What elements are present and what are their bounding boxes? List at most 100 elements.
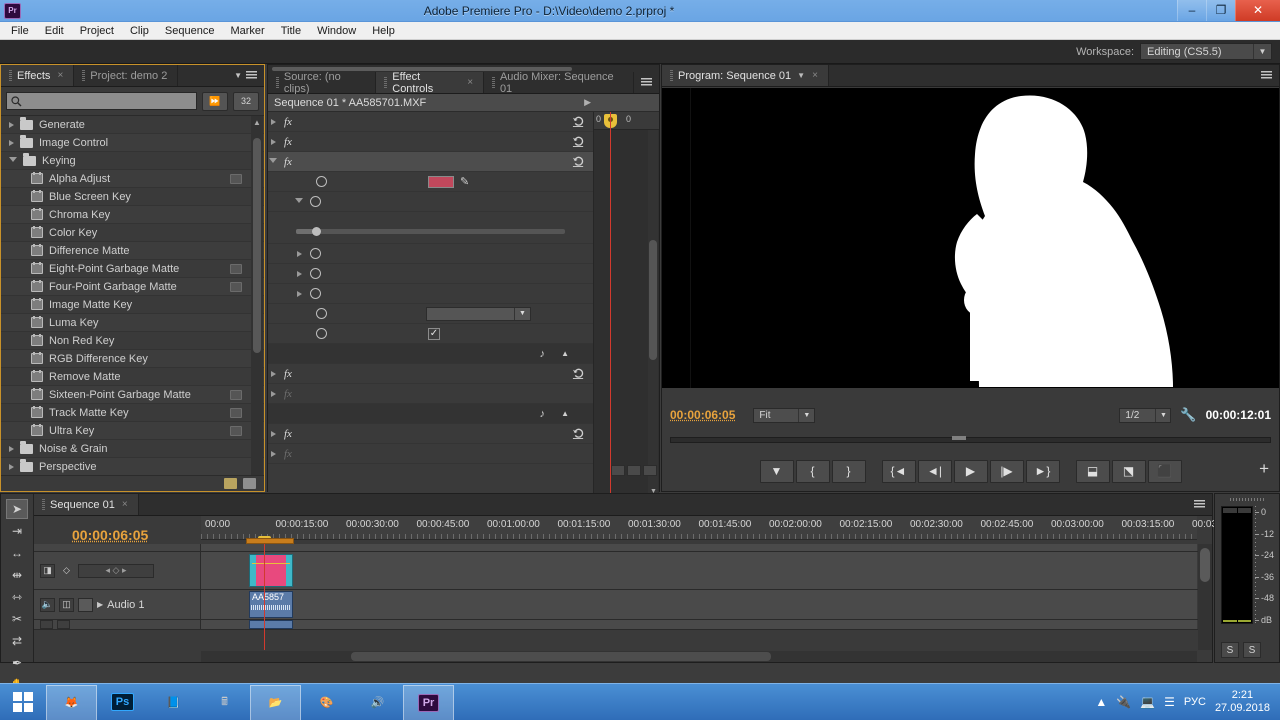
tab-effects[interactable]: Effects ×	[1, 65, 74, 86]
track-header-partial[interactable]	[34, 544, 201, 551]
program-monitor-video[interactable]	[662, 88, 1279, 388]
bit-depth-button[interactable]: 32	[233, 92, 259, 111]
search-input[interactable]	[6, 92, 197, 110]
chevron-down-icon[interactable]: ▼	[797, 71, 805, 80]
audio-effect-row-panner[interactable]: fx	[268, 384, 593, 404]
effects-panel-menu[interactable]: ▼	[227, 65, 264, 86]
track-body-video-1[interactable]	[201, 552, 1197, 589]
reset-icon[interactable]	[572, 155, 585, 168]
effect-controls-vscrollbar[interactable]: ▼	[648, 130, 658, 496]
menu-item-project[interactable]: Project	[72, 24, 122, 38]
mark-out-button[interactable]: }	[832, 460, 866, 483]
chevron-right-icon[interactable]: ▶	[584, 97, 591, 108]
paint-taskbar-icon[interactable]: 🎨	[301, 685, 352, 720]
audio-effect-row-volume[interactable]: fx	[268, 364, 593, 384]
workspace-select[interactable]: Editing (CS5.5) ▼	[1140, 43, 1272, 60]
scroll-up-icon[interactable]: ▲	[253, 118, 261, 127]
photoshop-taskbar-icon[interactable]: Ps	[97, 685, 148, 720]
effects-item[interactable]: Ultra Key	[1, 422, 264, 440]
lift-button[interactable]: ⬓	[1076, 460, 1110, 483]
effect-controls-panel-menu[interactable]	[634, 72, 659, 93]
language-indicator[interactable]: РУС	[1184, 696, 1206, 708]
effects-folder[interactable]: Generate	[1, 116, 264, 134]
scroll-left-button[interactable]	[611, 465, 625, 476]
notepad-taskbar-icon[interactable]: 📘	[148, 685, 199, 720]
toggle-animation-icon[interactable]	[310, 248, 321, 259]
chevron-right-icon[interactable]	[271, 451, 276, 457]
effects-folder[interactable]: Noise & Grain	[1, 440, 264, 458]
clock[interactable]: 2:21 27.09.2018	[1215, 689, 1270, 715]
slip-tool[interactable]: ⇄	[6, 631, 28, 651]
chevron-right-icon[interactable]	[9, 140, 14, 146]
toggle-animation-icon[interactable]	[310, 288, 321, 299]
close-button[interactable]: ✕	[1235, 0, 1280, 21]
start-button[interactable]	[0, 685, 46, 720]
mark-in-button[interactable]: {	[796, 460, 830, 483]
timeline-vscrollbar[interactable]	[1198, 544, 1212, 650]
effects-item[interactable]: RGB Difference Key	[1, 350, 264, 368]
timeline-current-timecode[interactable]: 00:00:06:05	[72, 527, 148, 543]
scroll-thumb[interactable]	[253, 138, 261, 353]
param-row-smoothing[interactable]: ▼	[268, 304, 593, 324]
menu-item-file[interactable]: File	[3, 24, 37, 38]
collapse-icon[interactable]: ▲	[561, 349, 569, 358]
usb-device-icon[interactable]: 🔌	[1116, 695, 1131, 709]
param-row-similarity[interactable]	[268, 192, 593, 212]
track-body-partial-2[interactable]	[201, 620, 1197, 629]
work-area-bar[interactable]	[246, 538, 294, 544]
solo-button-2[interactable]: S	[1243, 642, 1261, 658]
program-monitor-scrub-bar[interactable]	[670, 429, 1271, 443]
mark-in-out-button[interactable]: ▼	[760, 460, 794, 483]
effect-row-chroma-key[interactable]: fx	[268, 132, 593, 152]
slider-track[interactable]	[296, 229, 565, 234]
toggle-animation-icon[interactable]	[316, 176, 327, 187]
chevron-right-icon[interactable]	[297, 291, 302, 297]
timeline-hscrollbar[interactable]	[201, 651, 1197, 662]
effects-item[interactable]: Chroma Key	[1, 206, 264, 224]
param-row-mask-only[interactable]: ✓	[268, 324, 593, 344]
maximize-button[interactable]: ❐	[1206, 0, 1235, 21]
step-back-button[interactable]: ◄|	[918, 460, 952, 483]
effect-controls-hscroll[interactable]	[611, 465, 657, 476]
step-forward-button[interactable]: |▶	[990, 460, 1024, 483]
menu-item-edit[interactable]: Edit	[37, 24, 72, 38]
effects-item[interactable]: Non Red Key	[1, 332, 264, 350]
premiere-taskbar-icon[interactable]: Pr	[403, 685, 454, 720]
effects-item[interactable]: Color Key	[1, 224, 264, 242]
effects-item[interactable]: Difference Matte	[1, 242, 264, 260]
effects-folder[interactable]: Image Control	[1, 134, 264, 152]
export-frame-button[interactable]: ⬛	[1148, 460, 1182, 483]
scroll-thumb[interactable]	[627, 465, 641, 476]
param-row-cutoff[interactable]	[268, 284, 593, 304]
selection-tool[interactable]: ➤	[6, 499, 28, 519]
extract-button[interactable]: ⬔	[1112, 460, 1146, 483]
explorer-taskbar-icon[interactable]: 📂	[250, 685, 301, 720]
toggle-animation-icon[interactable]	[310, 196, 321, 207]
close-icon[interactable]: ×	[57, 70, 63, 81]
track-select-tool[interactable]: ⇥	[6, 521, 28, 541]
calculator-taskbar-icon[interactable]: 🖩	[199, 685, 250, 720]
menu-item-help[interactable]: Help	[364, 24, 403, 38]
program-monitor-panel-menu[interactable]	[1254, 65, 1279, 86]
close-icon[interactable]: ×	[812, 70, 818, 81]
playback-resolution-select[interactable]: 1/2 ▼	[1119, 408, 1171, 423]
timeline-playhead[interactable]	[264, 544, 265, 650]
audio-effect-row-panner[interactable]: fx	[268, 444, 593, 464]
tab-audio-mixer-sequence-01[interactable]: Audio Mixer: Sequence 01	[484, 72, 634, 93]
mask-only-checkbox[interactable]: ✓	[428, 328, 440, 340]
scroll-right-button[interactable]	[643, 465, 657, 476]
param-row-blend[interactable]	[268, 244, 593, 264]
effects-item[interactable]: Blue Screen Key	[1, 188, 264, 206]
video-clip[interactable]	[249, 554, 293, 587]
effects-folder[interactable]: Keying	[1, 152, 264, 170]
collapse-icon[interactable]: ▲	[561, 409, 569, 418]
tab-sequence-01[interactable]: Sequence 01 ×	[34, 494, 139, 515]
pen-tool[interactable]: ✒	[6, 653, 28, 673]
effects-item[interactable]: Alpha Adjust	[1, 170, 264, 188]
chevron-right-icon[interactable]	[297, 251, 302, 257]
effects-item[interactable]: Track Matte Key	[1, 404, 264, 422]
chevron-right-icon[interactable]	[9, 446, 14, 452]
slider-knob[interactable]	[312, 227, 321, 236]
menu-item-window[interactable]: Window	[309, 24, 364, 38]
reset-icon[interactable]	[572, 135, 585, 148]
